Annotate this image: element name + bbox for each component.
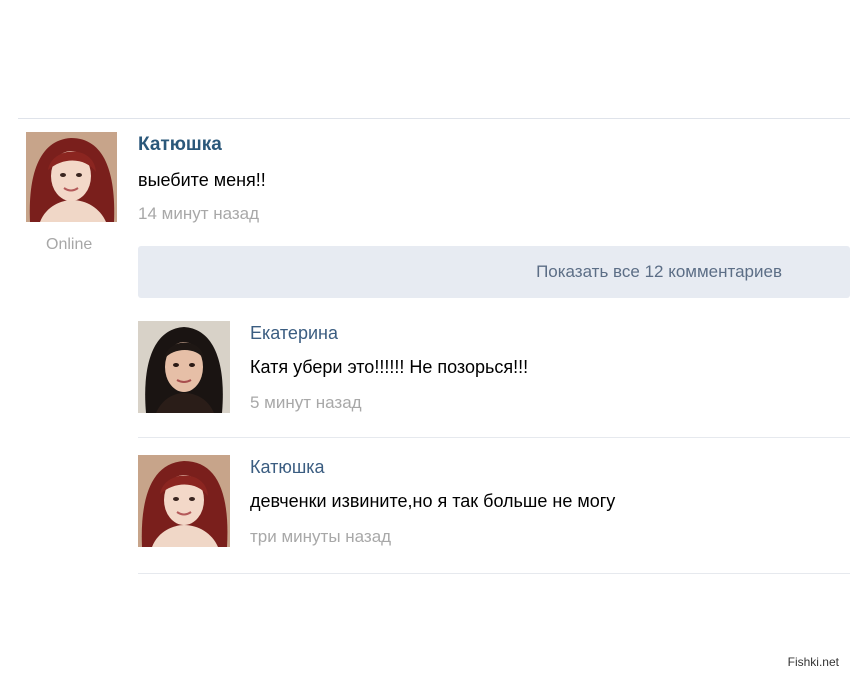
comment-text: девченки извините,но я так больше не мог… (250, 491, 616, 511)
comment-divider (138, 437, 850, 438)
comment-author-link[interactable]: Екатерина (250, 323, 338, 344)
site-watermark: Fishki.net (784, 654, 842, 670)
post-timestamp[interactable]: 14 минут назад (138, 204, 259, 224)
comment-timestamp[interactable]: три минуты назад (250, 527, 391, 547)
comment-author-avatar[interactable] (138, 455, 230, 547)
comment-item: Екатерина Катя убери это!!!!!! Не позорь… (138, 321, 850, 439)
top-divider (18, 118, 850, 119)
online-status: Online (46, 236, 93, 253)
post-text: выебите меня!! (138, 170, 266, 190)
post-author-avatar[interactable] (26, 132, 117, 222)
comment-author-link[interactable]: Катюшка (250, 457, 325, 478)
show-all-comments-button[interactable]: Показать все 12 комментариев (138, 246, 850, 298)
social-feed-page: Online Катюшка выебите меня!! 14 минут н… (0, 0, 850, 678)
comment-item: Катюшка девченки извините,но я так больш… (138, 455, 850, 575)
show-all-comments-label: Показать все 12 комментариев (536, 262, 782, 281)
post-author-link[interactable]: Катюшка (138, 134, 222, 156)
comment-timestamp[interactable]: 5 минут назад (250, 393, 362, 413)
comment-text: Катя убери это!!!!!! Не позорься!!! (250, 357, 529, 377)
comment-divider (138, 573, 850, 574)
comment-author-avatar[interactable] (138, 321, 230, 413)
woman-red-hair-avatar-icon (26, 132, 117, 222)
woman-dark-hair-avatar-icon (138, 321, 230, 413)
woman-red-hair-avatar-icon (138, 455, 230, 547)
